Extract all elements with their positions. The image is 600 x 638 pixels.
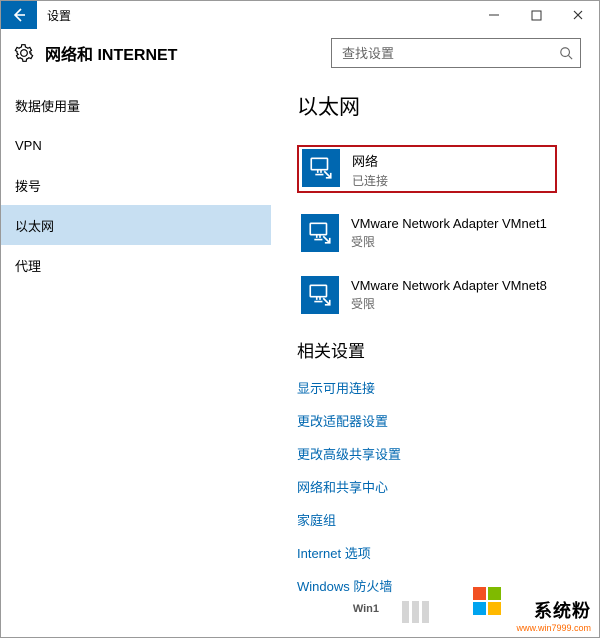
network-name: VMware Network Adapter VMnet1 [351, 216, 547, 231]
sidebar-item-label: 数据使用量 [15, 96, 80, 115]
watermark-url: www.win7999.com [516, 623, 591, 633]
watermark-small: Win1 [353, 603, 379, 615]
window-title: 设置 [37, 1, 81, 29]
sidebar-item-label: VPN [15, 138, 42, 153]
related-link[interactable]: 家庭组 [297, 510, 579, 529]
search-box[interactable] [331, 38, 581, 68]
sidebar-item[interactable]: 数据使用量 [1, 85, 271, 125]
search-icon [558, 45, 574, 61]
gear-icon [13, 42, 35, 64]
ethernet-icon [301, 214, 339, 252]
minimize-icon [488, 9, 500, 21]
related-settings-title: 相关设置 [297, 337, 579, 362]
close-icon [572, 9, 584, 21]
sidebar-item[interactable]: 拨号 [1, 165, 271, 205]
related-link[interactable]: 更改适配器设置 [297, 411, 579, 430]
titlebar: 设置 [1, 1, 599, 29]
header-title: 网络和 INTERNET [45, 41, 177, 65]
page-title: 以太网 [297, 91, 579, 121]
close-button[interactable] [557, 1, 599, 29]
window-controls [473, 1, 599, 29]
maximize-icon [531, 10, 542, 21]
minimize-button[interactable] [473, 1, 515, 29]
watermark-brand: 系统粉 [534, 597, 591, 623]
sidebar: 数据使用量 VPN 拨号以太网代理 [1, 77, 271, 637]
main-panel: 以太网 网络已连接 VMware Network Adapter VMnet1 受… [271, 77, 599, 637]
watermark-bars-icon [402, 601, 429, 623]
sidebar-item[interactable]: 以太网 [1, 205, 271, 245]
sidebar-item[interactable]: VPN [1, 125, 271, 165]
network-status: 已连接 [352, 172, 388, 189]
maximize-button[interactable] [515, 1, 557, 29]
network-name: 网络 [352, 151, 388, 170]
related-links: 显示可用连接更改适配器设置更改高级共享设置网络和共享中心家庭组 Internet … [297, 378, 579, 595]
sidebar-item-label: 拨号 [15, 176, 41, 195]
network-status: 受限 [351, 295, 547, 312]
header: 网络和 INTERNET [1, 29, 599, 77]
arrow-left-icon [11, 7, 27, 23]
network-item[interactable]: VMware Network Adapter VMnet8 受限 [297, 273, 579, 317]
related-link[interactable]: 显示可用连接 [297, 378, 579, 397]
sidebar-item-label: 以太网 [15, 216, 54, 235]
network-list: 网络已连接 VMware Network Adapter VMnet1 受限 VM… [297, 145, 579, 317]
back-button[interactable] [1, 1, 37, 29]
watermark-logo-icon [473, 587, 501, 615]
ethernet-icon [302, 149, 340, 187]
network-item[interactable]: 网络已连接 [297, 145, 557, 193]
search-input[interactable] [342, 46, 558, 61]
related-link[interactable]: Internet 选项 [297, 543, 579, 562]
sidebar-item[interactable]: 代理 [1, 245, 271, 285]
related-link[interactable]: 网络和共享中心 [297, 477, 579, 496]
network-name: VMware Network Adapter VMnet8 [351, 278, 547, 293]
related-link[interactable]: 更改高级共享设置 [297, 444, 579, 463]
sidebar-item-label: 代理 [15, 256, 41, 275]
network-item[interactable]: VMware Network Adapter VMnet1 受限 [297, 211, 579, 255]
network-status: 受限 [351, 233, 547, 250]
ethernet-icon [301, 276, 339, 314]
related-link[interactable]: Windows 防火墙 [297, 576, 579, 595]
